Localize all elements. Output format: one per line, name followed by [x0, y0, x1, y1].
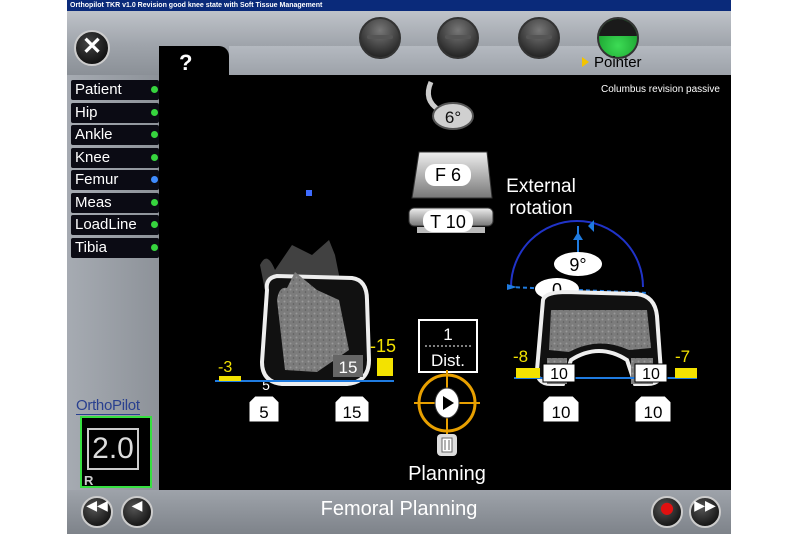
rotation-right-bar: [675, 368, 697, 378]
frontal-left-value: 5: [259, 403, 268, 422]
frontal-left-offset: -3: [218, 359, 232, 376]
tibia-size[interactable]: T 10: [430, 212, 466, 232]
fast-forward-icon: ▶▶: [694, 498, 716, 514]
rotation-left-offset: -8: [513, 347, 528, 366]
stepper-unit: Dist.: [431, 351, 465, 370]
planning-label: Planning: [408, 463, 486, 485]
application-window: Orthopilot TKR v1.0 Revision good knee s…: [67, 0, 731, 534]
planning-cursor-icon[interactable]: [414, 370, 480, 436]
rotation-title-line1: External: [506, 176, 576, 197]
planning-graphics: 6° F 6 T 10 15 5 -3 -15 5 15 1 Dist. Pla…: [215, 80, 697, 485]
femur-size[interactable]: F 6: [435, 165, 461, 185]
trash-icon[interactable]: [437, 434, 457, 456]
back-button[interactable]: ◀: [121, 496, 153, 528]
rotation-left-gap: 10: [550, 366, 568, 383]
left-gap-bar: [219, 376, 241, 381]
rotation-title-line2: rotation: [509, 198, 572, 219]
stepper-count: 1: [443, 325, 452, 344]
rotation-right-offset: -7: [675, 347, 690, 366]
rotation-left-value: 10: [552, 403, 571, 422]
right-gap-bar: [377, 358, 393, 376]
next-button[interactable]: ▶▶: [689, 496, 721, 528]
frontal-right-gap: 15: [339, 358, 358, 377]
back-arrow-icon: ◀: [131, 498, 143, 514]
record-button[interactable]: ●: [651, 496, 683, 528]
rotation-angle: 9°: [569, 255, 586, 275]
page-title: Femoral Planning: [320, 498, 478, 520]
frontal-left-gap: 5: [262, 377, 270, 393]
rotation-right-value: 10: [644, 403, 663, 422]
frontal-right-offset: -15: [370, 336, 396, 356]
first-step-button[interactable]: ◀◀: [81, 496, 113, 528]
frontal-right-value: 15: [343, 403, 362, 422]
tracker-marker-icon: [306, 190, 312, 196]
implant-angle: 6°: [445, 108, 461, 127]
rotation-left-bar: [516, 368, 540, 378]
rewind-icon: ◀◀: [86, 498, 108, 514]
rotation-right-gap: 10: [642, 366, 660, 383]
record-icon: ●: [660, 498, 674, 517]
